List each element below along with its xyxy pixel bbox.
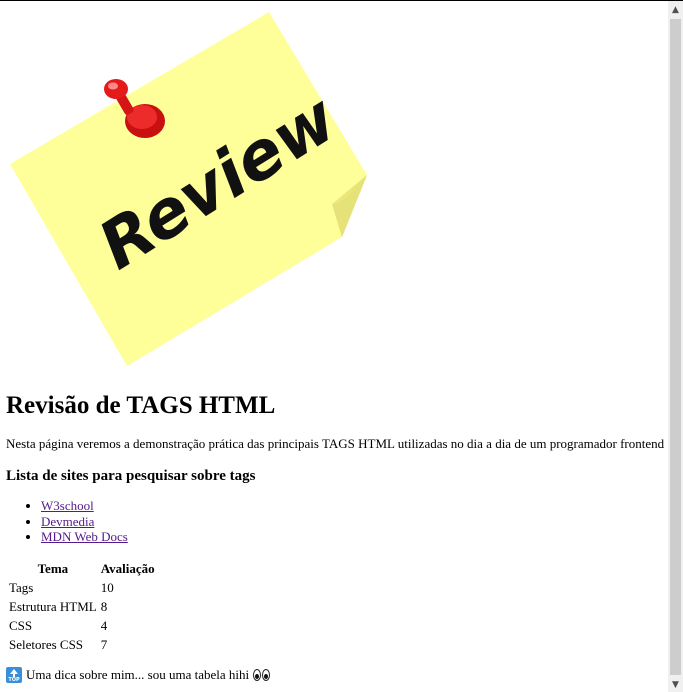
page: Review Revisão de TAGS HTML Nesta página… <box>0 1 668 692</box>
link-mdn-web-docs[interactable]: MDN Web Docs <box>41 529 128 544</box>
links-heading: Lista de sites para pesquisar sobre tags <box>6 468 256 484</box>
scroll-up-arrow-icon[interactable]: ▲ <box>668 1 683 18</box>
table-cell: CSS <box>9 618 33 633</box>
table-cell: 8 <box>100 599 108 614</box>
top-icon-label: TOP <box>8 677 20 683</box>
tip-text: Uma dica sobre mim... sou uma tabela hih… <box>26 667 250 682</box>
link-w3school[interactable]: W3school <box>41 498 94 513</box>
column-header-avaliacao: Avaliação <box>100 561 155 576</box>
table-header-row: Tema Avaliação <box>8 560 156 577</box>
list-item: Devmedia <box>41 514 128 530</box>
page-title: Revisão de TAGS HTML <box>6 392 276 419</box>
table-row: Seletores CSS 7 <box>8 636 156 653</box>
column-header-tema: Tema <box>37 561 69 576</box>
table-cell: Estrutura HTML <box>9 599 97 614</box>
scroll-down-arrow-icon[interactable]: ▼ <box>668 676 683 692</box>
table-cell: 7 <box>100 637 108 652</box>
scrollbar-thumb[interactable] <box>670 19 681 675</box>
table-cell: 4 <box>100 618 108 633</box>
list-item: W3school <box>41 498 128 514</box>
link-devmedia[interactable]: Devmedia <box>41 514 94 529</box>
review-sticky-note-image: Review <box>10 12 367 366</box>
table-cell: 10 <box>100 580 114 595</box>
top-arrow-icon: TOP <box>6 667 22 683</box>
table-cell: Seletores CSS <box>9 637 84 652</box>
eyes-icon <box>253 668 271 682</box>
intro-paragraph: Nesta página veremos a demonstração prát… <box>6 436 665 451</box>
table-row: Tags 10 <box>8 579 156 596</box>
table-cell: Tags <box>9 580 34 595</box>
vertical-scrollbar[interactable]: ▲ ▼ <box>668 1 683 692</box>
table-row: Estrutura HTML 8 <box>8 598 156 615</box>
table-tip: TOP Uma dica sobre mim... sou uma tabela… <box>6 666 271 684</box>
ratings-table: Tema Avaliação Tags 10 Estrutura HTML 8 … <box>6 558 158 655</box>
table-row: CSS 4 <box>8 617 156 634</box>
list-item: MDN Web Docs <box>41 529 128 545</box>
links-list: W3school Devmedia MDN Web Docs <box>0 498 128 545</box>
